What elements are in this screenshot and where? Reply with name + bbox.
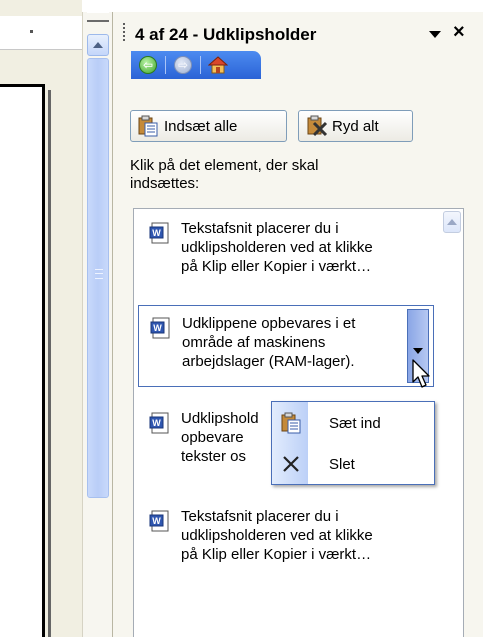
nav-separator <box>165 56 166 74</box>
clipboard-list-scrollbar[interactable] <box>443 211 461 631</box>
arrow-up-icon <box>447 219 457 225</box>
back-button[interactable]: ⇦ <box>137 54 159 76</box>
menu-item-paste[interactable]: Sæt ind <box>272 404 434 442</box>
clipboard-item[interactable]: W Tekstafsnit placerer du i udklipsholde… <box>138 211 434 293</box>
svg-text:W: W <box>152 228 161 238</box>
paste-all-icon <box>138 115 158 137</box>
home-icon <box>208 56 228 74</box>
triangle-down-icon <box>429 30 441 38</box>
home-button[interactable] <box>207 54 229 76</box>
task-pane-title: 4 af 24 - Udklipsholder <box>135 25 317 44</box>
grip-icon <box>95 269 103 279</box>
clipboard-item-context-menu: Sæt ind Slet <box>271 401 435 485</box>
scroll-thumb[interactable] <box>87 58 109 498</box>
arrow-left-icon: ⇦ <box>139 56 157 74</box>
word-document-icon: W <box>149 222 169 244</box>
page-shadow <box>48 90 51 637</box>
instruction-text: Klik på det element, der skal indsættes: <box>130 157 319 192</box>
clear-all-button[interactable]: Ryd alt <box>298 110 413 142</box>
forward-button[interactable]: ⇨ <box>172 54 194 76</box>
paste-all-label: Indsæt alle <box>164 117 238 135</box>
drag-grip-icon[interactable] <box>123 23 126 41</box>
menu-item-delete[interactable]: Slet <box>272 445 434 483</box>
horizontal-ruler <box>0 16 82 50</box>
close-button[interactable]: × <box>453 22 465 42</box>
triangle-down-icon <box>413 348 423 354</box>
paste-icon <box>281 412 301 434</box>
word-document-icon: W <box>150 317 170 339</box>
document-vertical-scrollbar[interactable] <box>82 12 112 637</box>
ruler-marker <box>30 30 33 33</box>
task-pane-navigation: ⇦ ⇨ <box>131 51 261 79</box>
clear-all-icon <box>307 115 328 137</box>
svg-text:W: W <box>152 516 161 526</box>
scroll-up-button[interactable] <box>443 211 461 233</box>
word-document-icon: W <box>149 510 169 532</box>
clipboard-item-dropdown-button[interactable] <box>407 309 429 383</box>
arrow-right-icon: ⇨ <box>174 56 192 74</box>
svg-text:W: W <box>152 418 161 428</box>
clear-all-label: Ryd alt <box>332 117 379 135</box>
document-area <box>0 0 82 637</box>
clipboard-item-selected[interactable]: W Udklippene opbevares i et område af ma… <box>138 305 434 387</box>
menu-item-delete-label: Slet <box>329 455 355 473</box>
nav-separator <box>200 56 201 74</box>
split-handle[interactable] <box>87 12 109 22</box>
scroll-up-button[interactable] <box>87 34 109 56</box>
clipboard-task-pane: 4 af 24 - Udklipsholder × ⇦ ⇨ Indsæt all… <box>112 12 483 637</box>
clipboard-item[interactable]: W Tekstafsnit placerer du i udklipsholde… <box>138 499 434 581</box>
document-page[interactable] <box>0 84 45 637</box>
svg-text:W: W <box>153 323 162 333</box>
clipboard-item-text: Tekstafsnit placerer du i udklipsholdere… <box>181 508 373 563</box>
clipboard-item-text: Udklippene opbevares i et område af mask… <box>182 315 356 370</box>
arrow-up-icon <box>93 42 103 48</box>
paste-all-button[interactable]: Indsæt alle <box>130 110 287 142</box>
word-document-icon: W <box>149 412 169 434</box>
clipboard-item-text: Tekstafsnit placerer du i udklipsholdere… <box>181 220 373 275</box>
delete-x-icon <box>283 456 299 472</box>
menu-item-paste-label: Sæt ind <box>329 414 381 432</box>
task-pane-header: 4 af 24 - Udklipsholder × <box>113 12 483 46</box>
task-pane-menu-button[interactable] <box>427 26 443 42</box>
